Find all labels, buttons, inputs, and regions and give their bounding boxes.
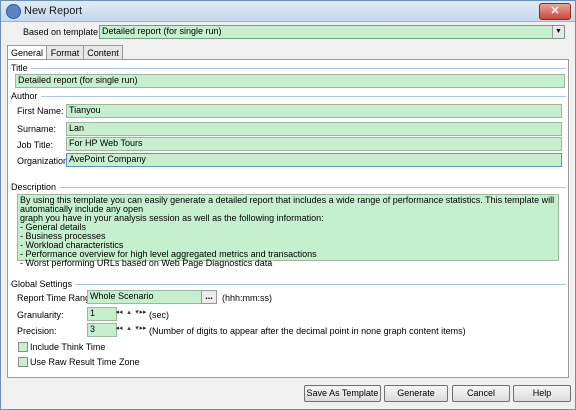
tab-format[interactable]: Format xyxy=(46,45,84,60)
granularity-stepper[interactable]: 1 ◂◂ ▴ ▾ ▸▸ xyxy=(87,307,148,321)
report-title-input[interactable]: Detailed report (for single run) xyxy=(15,74,565,88)
time-range-browse-button[interactable]: ... xyxy=(201,290,217,304)
author-divider xyxy=(10,96,566,97)
job-title-value: For HP Web Tours xyxy=(69,138,143,148)
template-label: Based on template xyxy=(23,27,99,37)
granularity-value: 1 xyxy=(90,308,96,318)
global-settings-divider xyxy=(10,284,566,285)
precision-value: 3 xyxy=(90,324,96,334)
help-button[interactable]: Help xyxy=(513,385,571,402)
first-name-input[interactable]: Tianyou xyxy=(66,104,562,118)
include-think-time-checkbox[interactable] xyxy=(18,342,28,352)
organization-input[interactable]: AvePoint Company xyxy=(66,153,562,167)
description-divider xyxy=(10,187,566,188)
granularity-input[interactable]: 1 xyxy=(87,307,117,321)
title-heading: Title xyxy=(11,63,31,73)
time-range-label: Report Time Range: xyxy=(17,293,98,303)
close-button[interactable]: ✕ xyxy=(539,3,571,20)
spin-last-icon[interactable]: ▸▸ xyxy=(138,308,148,318)
report-title-value: Detailed report (for single run) xyxy=(18,75,138,85)
organization-label: Organization: xyxy=(17,156,71,166)
raw-result-timezone-label: Use Raw Result Time Zone xyxy=(30,357,140,367)
time-range-format-hint: (hhh:mm:ss) xyxy=(222,293,273,303)
precision-label: Precision: xyxy=(17,326,57,336)
description-textarea[interactable]: By using this template you can easily ge… xyxy=(17,194,559,268)
surname-label: Surname: xyxy=(17,124,57,134)
new-report-window: New Report ✕ Based on template Detailed … xyxy=(0,0,576,410)
template-value: Detailed report (for single run) xyxy=(102,26,222,36)
granularity-unit: (sec) xyxy=(149,310,169,320)
generate-button[interactable]: Generate xyxy=(384,385,448,402)
precision-hint: (Number of digits to appear after the de… xyxy=(149,326,466,336)
spin-last-icon[interactable]: ▸▸ xyxy=(138,324,148,334)
title-bar: New Report ✕ xyxy=(1,1,575,22)
surname-value: Lan xyxy=(69,123,85,133)
spin-first-icon[interactable]: ◂◂ xyxy=(114,324,124,334)
app-icon xyxy=(6,4,21,19)
description-heading: Description xyxy=(11,182,60,192)
raw-result-timezone-checkbox[interactable] xyxy=(18,357,28,367)
precision-stepper[interactable]: 3 ◂◂ ▴ ▾ ▸▸ xyxy=(87,323,148,337)
include-think-time-label: Include Think Time xyxy=(30,342,106,352)
first-name-value: Tianyou xyxy=(69,105,101,115)
save-as-template-button[interactable]: Save As Template xyxy=(304,385,381,402)
description-line: By using this template you can easily ge… xyxy=(20,195,555,214)
surname-input[interactable]: Lan xyxy=(66,122,562,136)
time-range-input[interactable]: Whole Scenario xyxy=(87,290,202,304)
granularity-label: Granularity: xyxy=(17,310,64,320)
organization-value: AvePoint Company xyxy=(69,154,146,164)
title-divider xyxy=(10,68,566,69)
cancel-button[interactable]: Cancel xyxy=(452,385,510,402)
time-range-value: Whole Scenario xyxy=(90,291,154,301)
description-line: - Worst performing URLs based on Web Pag… xyxy=(20,258,273,268)
window-title: New Report xyxy=(24,5,83,17)
first-name-label: First Name: xyxy=(17,106,64,116)
job-title-input[interactable]: For HP Web Tours xyxy=(66,137,562,151)
tab-content[interactable]: Content xyxy=(83,45,123,60)
author-heading: Author xyxy=(11,91,41,101)
precision-input[interactable]: 3 xyxy=(87,323,117,337)
global-settings-heading: Global Settings xyxy=(11,279,76,289)
spin-first-icon[interactable]: ◂◂ xyxy=(114,308,124,318)
template-dropdown[interactable]: Detailed report (for single run) ▼ xyxy=(99,25,565,39)
description-line: graph you have in your analysis session … xyxy=(20,213,324,223)
job-title-label: Job Title: xyxy=(17,140,54,150)
chevron-down-icon[interactable]: ▼ xyxy=(552,26,564,38)
